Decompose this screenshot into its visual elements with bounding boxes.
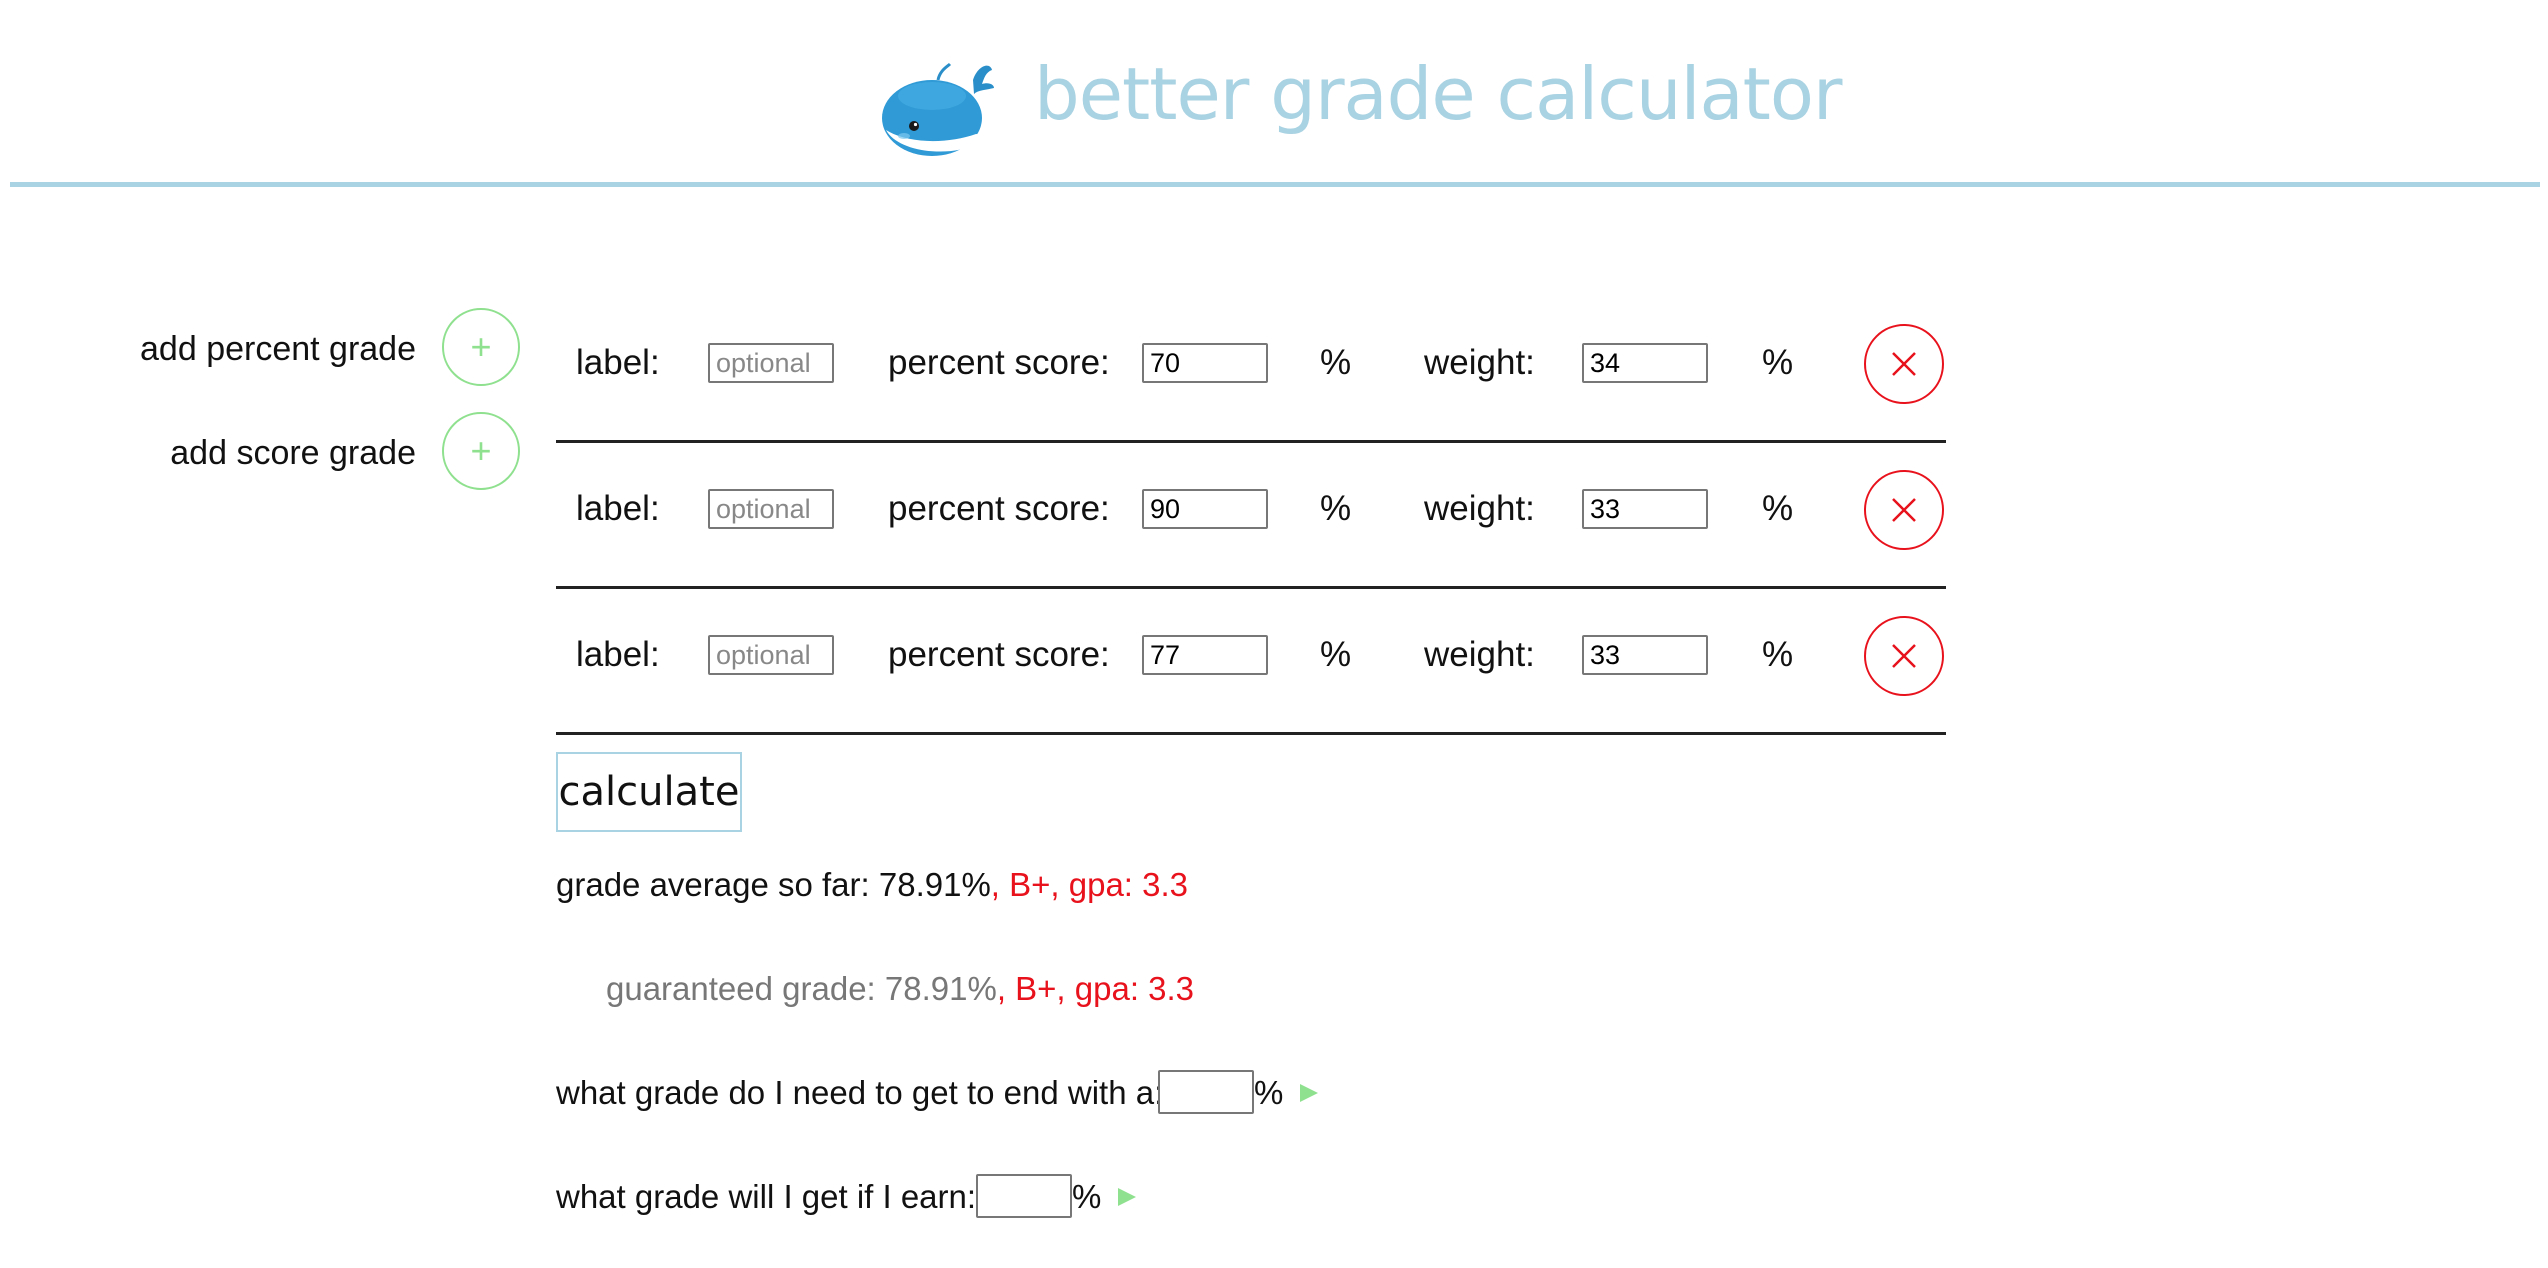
remove-grade-button[interactable] xyxy=(1864,616,1944,696)
percent-score-input[interactable] xyxy=(1142,635,1268,675)
label-caption: label: xyxy=(576,635,660,674)
grade-row: label: percent score: % weight: % xyxy=(556,442,1946,589)
label-input[interactable] xyxy=(708,489,834,529)
percent-sign: % xyxy=(1320,489,1352,528)
grade-average-result: grade average so far: 78.91%, B+, gpa: 3… xyxy=(556,866,1188,904)
close-icon xyxy=(1892,352,1916,376)
grade-average-value: grade average so far: 78.91% xyxy=(556,866,991,903)
weight-input[interactable] xyxy=(1582,489,1708,529)
percent-score-caption: percent score: xyxy=(888,343,1110,382)
whale-icon xyxy=(878,60,996,160)
grade-row: label: percent score: % weight: % xyxy=(556,296,1946,443)
app-title: better grade calculator xyxy=(1034,52,1842,136)
header: better grade calculator xyxy=(0,0,2548,190)
play-icon[interactable] xyxy=(1116,1186,1138,1208)
remove-grade-button[interactable] xyxy=(1864,324,1944,404)
weight-input[interactable] xyxy=(1582,343,1708,383)
label-caption: label: xyxy=(576,489,660,528)
weight-caption: weight: xyxy=(1424,489,1535,528)
percent-score-caption: percent score: xyxy=(888,489,1110,528)
percent-score-input[interactable] xyxy=(1142,489,1268,529)
calculate-button[interactable]: calculate xyxy=(556,752,742,832)
percent-sign: % xyxy=(1320,343,1352,382)
label-input[interactable] xyxy=(708,635,834,675)
remove-grade-button[interactable] xyxy=(1864,470,1944,550)
guaranteed-grade-value: guaranteed grade: 78.91% xyxy=(606,970,997,1007)
percent-sign: % xyxy=(1762,635,1794,674)
earn-grade-input[interactable] xyxy=(976,1174,1072,1218)
add-score-grade-row: add score grade + xyxy=(0,412,520,502)
label-input[interactable] xyxy=(708,343,834,383)
plus-icon: + xyxy=(470,326,492,367)
percent-score-caption: percent score: xyxy=(888,635,1110,674)
guaranteed-grade-letter: , B+, gpa: 3.3 xyxy=(996,970,1195,1007)
close-icon xyxy=(1892,498,1916,522)
add-percent-grade-button[interactable]: + xyxy=(442,308,520,386)
play-icon[interactable] xyxy=(1298,1082,1320,1104)
weight-input[interactable] xyxy=(1582,635,1708,675)
percent-sign: % xyxy=(1320,635,1352,674)
plus-icon: + xyxy=(470,430,492,471)
percent-sign: % xyxy=(1762,343,1794,382)
grade-average-letter: , B+, gpa: 3.3 xyxy=(990,866,1189,903)
label-caption: label: xyxy=(576,343,660,382)
need-grade-question: what grade do I need to get to end with … xyxy=(556,1074,1164,1111)
add-percent-grade-row: add percent grade + xyxy=(0,308,520,398)
earn-grade-question: what grade will I get if I earn: xyxy=(556,1178,977,1215)
guaranteed-grade-result: guaranteed grade: 78.91%, B+, gpa: 3.3 xyxy=(606,970,1194,1008)
header-divider xyxy=(10,182,2540,187)
add-score-grade-button[interactable]: + xyxy=(442,412,520,490)
grade-row: label: percent score: % weight: % xyxy=(556,588,1946,735)
add-percent-grade-label: add percent grade xyxy=(140,330,416,368)
percent-sign: % xyxy=(1762,489,1794,528)
percent-score-input[interactable] xyxy=(1142,343,1268,383)
percent-sign: % xyxy=(1072,1178,1102,1215)
percent-sign: % xyxy=(1254,1074,1284,1111)
close-icon xyxy=(1892,644,1916,668)
weight-caption: weight: xyxy=(1424,635,1535,674)
add-score-grade-label: add score grade xyxy=(170,434,416,472)
weight-caption: weight: xyxy=(1424,343,1535,382)
target-grade-input[interactable] xyxy=(1158,1070,1254,1114)
